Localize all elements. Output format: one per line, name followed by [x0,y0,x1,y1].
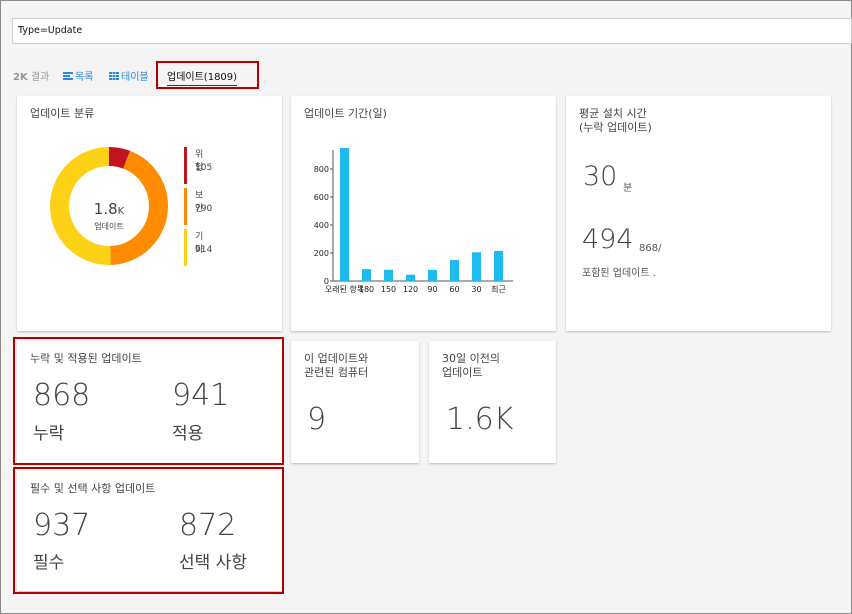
result-count: 2K 결과 [13,72,50,83]
x-tick-label: 90 [427,285,437,294]
missing-label: 누락 [33,424,65,444]
x-tick-label: 180 [359,285,374,294]
install-time-tile[interactable]: 평균 설치 시간 (누락 업데이트) 30 분 494 868/ 포함된 업데이트… [566,96,831,331]
bar[interactable] [406,274,415,281]
update-age-tile[interactable]: 업데이트 기간(일) 0 200 400 600 800 오래된 항목 180 150 120 9… [291,96,556,331]
x-tick-label: 60 [449,285,459,294]
applied-value: 941 [172,378,230,413]
applied-label: 적용 [172,424,204,444]
bar[interactable] [340,148,349,281]
legend-swatch [184,147,187,184]
donut-center: 1.8K 업데이트 [79,200,139,232]
legend-value: 790 [195,204,213,214]
legend-swatch [184,188,187,225]
tab-table-label: 테이블 [121,72,149,83]
y-tick-label: 200 [314,249,329,258]
classification-tile[interactable]: 업데이트 분류 1.8K 업데이트 위험 105 보안 790 기타 914 [17,96,282,331]
computers-value: 9 [307,402,327,437]
required-value: 937 [33,508,91,543]
install-count-of: 868/ [639,243,662,254]
search-input[interactable]: Type=Update [12,18,852,44]
tile-title: 이 업데이트와 관련된 컴퓨터 [304,352,368,380]
tile-title-line2: 업데이트 [442,366,483,379]
computers-tile[interactable]: 이 업데이트와 관련된 컴퓨터 9 [291,341,419,463]
older-value: 1.6K [446,402,514,437]
install-minutes-unit: 분 [623,183,633,194]
tile-title: 업데이트 기간(일) [304,107,387,120]
tab-updates-label: 업데이트(1809) [167,72,238,83]
optional-value: 872 [179,508,237,543]
update-age-chart: 0200400600800오래된 항목180 150 120 90 60 30 최근 [314,148,513,294]
tile-title-line1: 이 업데이트와 [304,352,369,365]
missing-applied-tile[interactable]: 누락 및 적용된 업데이트 868 누락 941 적용 [17,341,282,463]
legend-value: 105 [195,163,213,173]
donut-center-unit: K [117,206,125,217]
bar[interactable] [450,260,459,281]
install-count: 494 [582,224,634,255]
tile-title: 누락 및 적용된 업데이트 [30,352,142,365]
legend-value: 914 [195,245,213,255]
older-updates-tile[interactable]: 30일 이전의 업데이트 1.6K [429,341,556,463]
tile-title-line2: 관련된 컴퓨터 [304,366,369,379]
list-icon [63,71,73,80]
donut-center-value: 1.8 [93,200,118,218]
missing-value: 868 [33,378,91,413]
tab-updates[interactable]: 업데이트(1809) [156,61,259,89]
legend-swatch [184,229,187,266]
bar[interactable] [428,269,437,281]
tile-title-line1: 30일 이전의 [442,352,500,365]
donut-center-label: 업데이트 [94,222,124,231]
tile-title-line1: 평균 설치 시간 [579,107,647,120]
bar[interactable] [472,252,481,281]
x-tick-label: 150 [381,285,396,294]
y-tick-label: 600 [314,193,329,202]
required-label: 필수 [33,553,65,573]
tab-list[interactable]: 목록 [63,68,93,83]
x-tick-label: 30 [471,285,481,294]
tab-table[interactable]: 테이블 [109,68,149,83]
install-count-label: 포함된 업데이트 . [582,268,656,279]
tab-updates-label-wrap: 업데이트(1809) [167,68,238,86]
bar[interactable] [494,250,503,281]
x-tick-label: 120 [403,285,418,294]
install-minutes: 30 [583,161,618,192]
tile-title: 필수 및 선택 사항 업데이트 [30,482,156,495]
table-icon [109,71,119,80]
required-optional-tile[interactable]: 필수 및 선택 사항 업데이트 937 필수 872 선택 사항 [17,471,282,591]
bar[interactable] [384,269,393,281]
tile-title: 평균 설치 시간 (누락 업데이트) [579,107,652,135]
tile-title: 30일 이전의 업데이트 [442,352,500,380]
optional-label: 선택 사항 [179,553,247,573]
tile-title: 업데이트 분류 [30,107,95,120]
bar[interactable] [362,269,371,281]
y-tick-label: 400 [314,221,329,230]
x-tick-label: 최근 [491,284,506,294]
tab-list-label: 목록 [75,72,94,83]
y-tick-label: 800 [314,165,329,174]
tile-title-line2: (누락 업데이트) [579,121,652,134]
